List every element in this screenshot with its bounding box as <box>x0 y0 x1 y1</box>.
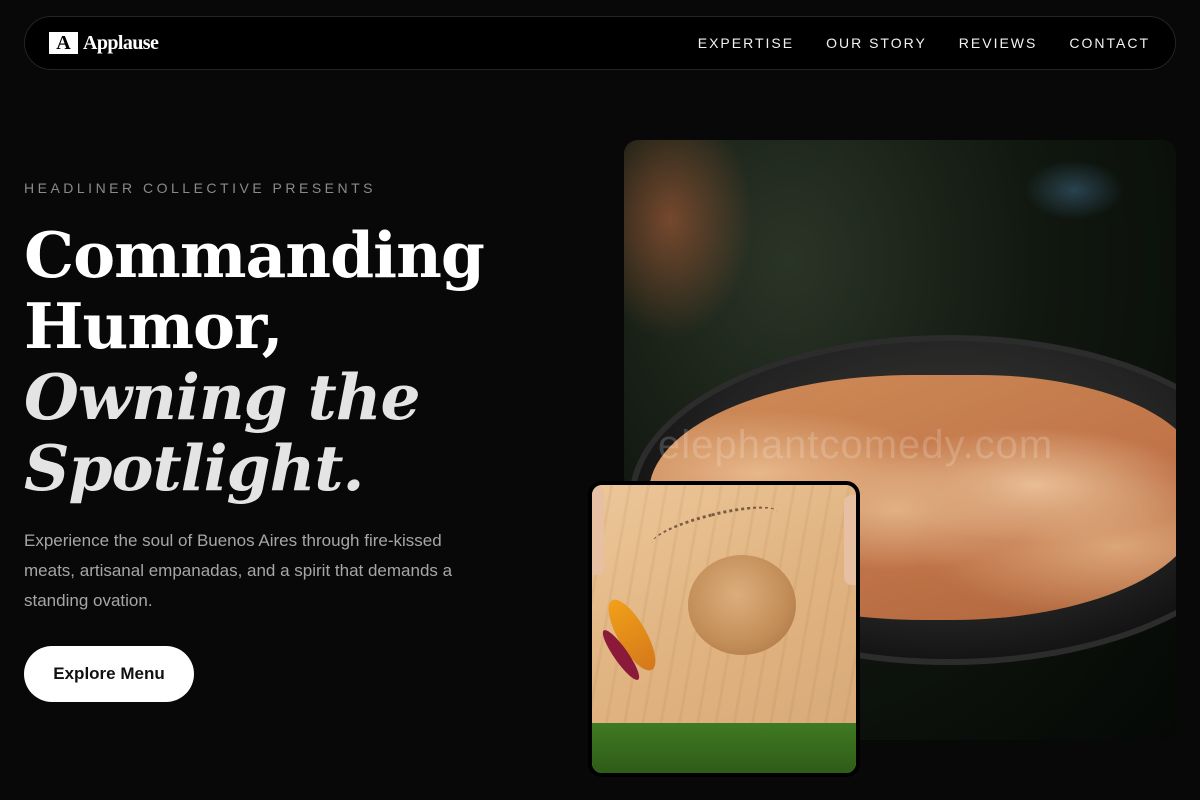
background-blur <box>624 140 754 340</box>
headline-line-2: Humor, <box>24 289 284 363</box>
hero-description: Experience the soul of Buenos Aires thro… <box>24 531 453 610</box>
burger-bun <box>688 555 796 655</box>
photo-watermark: elephantcomedy.com <box>658 423 1054 467</box>
nav-link-reviews[interactable]: REVIEWS <box>959 35 1038 51</box>
hand <box>592 485 604 575</box>
burger-photo <box>588 481 860 777</box>
explore-menu-button[interactable]: Explore Menu <box>24 646 194 702</box>
headline-line-3: Owning the <box>24 360 421 434</box>
brand-name: Applause <box>83 31 159 54</box>
grass <box>592 723 856 773</box>
background-blur <box>1024 160 1124 220</box>
nav-links: EXPERTISE OUR STORY REVIEWS CONTACT <box>698 35 1150 51</box>
headline-line-1: Commanding <box>24 218 485 292</box>
nav-link-our-story[interactable]: OUR STORY <box>826 35 927 51</box>
hero-headline: Commanding Humor, Owning the Spotlight. <box>24 220 544 504</box>
nav-link-contact[interactable]: CONTACT <box>1069 35 1150 51</box>
brand-mark-icon: A <box>49 32 78 54</box>
brand-logo[interactable]: A Applause <box>49 31 159 55</box>
nav-link-expertise[interactable]: EXPERTISE <box>698 35 794 51</box>
top-navigation: A Applause EXPERTISE OUR STORY REVIEWS C… <box>24 16 1176 70</box>
headline-line-4: Spotlight. <box>24 431 364 505</box>
hero-eyebrow: HEADLINER COLLECTIVE PRESENTS <box>24 180 377 196</box>
hand <box>844 495 856 585</box>
